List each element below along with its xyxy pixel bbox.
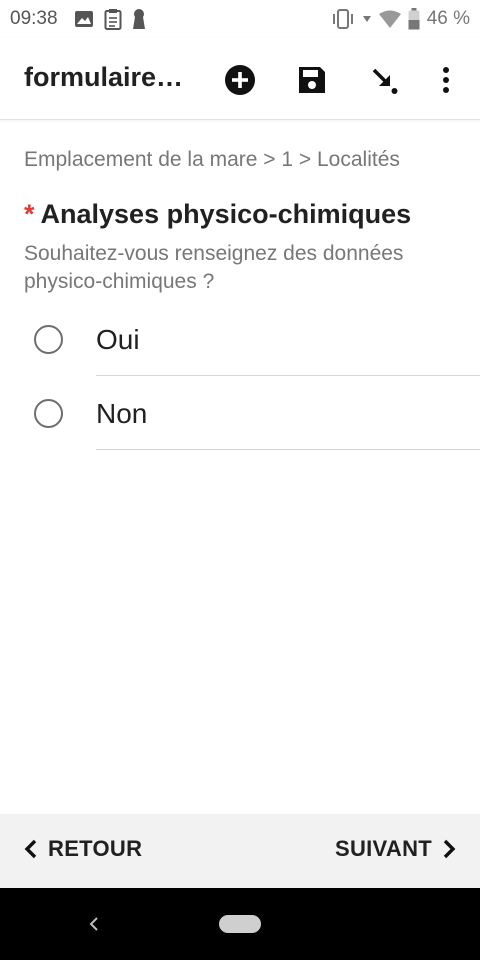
add-repeat-button[interactable]: [220, 60, 260, 100]
app-bar: formulaire…: [0, 38, 480, 120]
chevron-right-icon: [443, 839, 456, 859]
back-button-label: RETOUR: [48, 836, 143, 861]
battery-icon: [408, 8, 420, 30]
status-time: 09:38: [10, 8, 58, 29]
keyhole-icon: [132, 8, 146, 30]
back-button[interactable]: RETOUR: [24, 836, 142, 862]
image-icon: [74, 10, 94, 28]
option-divider: [96, 449, 480, 450]
wifi-icon: [378, 10, 401, 28]
add-circle-icon: [225, 65, 255, 95]
question-hint: Souhaitez-vous renseignez des données ph…: [24, 242, 404, 293]
system-back-icon[interactable]: [84, 912, 104, 936]
status-left: 09:38: [10, 8, 146, 30]
next-button[interactable]: SUIVANT: [335, 836, 456, 862]
option-non[interactable]: Non: [0, 377, 480, 451]
group-breadcrumb: Emplacement de la mare > 1 > Localités: [24, 148, 400, 171]
question-title: * Analyses physico-chimiques: [24, 199, 411, 230]
option-label: Oui: [96, 324, 140, 355]
clipboard-icon: [104, 8, 122, 30]
option-label: Non: [96, 398, 148, 429]
next-button-label: SUIVANT: [334, 836, 432, 861]
option-oui[interactable]: Oui: [0, 303, 480, 377]
status-right: 46 %: [331, 8, 470, 30]
overflow-menu-button[interactable]: [426, 60, 466, 100]
goto-question-button[interactable]: [364, 60, 404, 100]
form-navigation-bar: RETOUR SUIVANT: [0, 814, 480, 888]
data-arrow-icon: [362, 14, 372, 24]
chevron-left-icon: [24, 839, 37, 859]
vibrate-icon: [331, 9, 355, 29]
save-button[interactable]: [292, 60, 332, 100]
radio-button[interactable]: [34, 399, 63, 428]
required-marker: *: [24, 199, 35, 229]
system-home-pill[interactable]: [219, 915, 261, 933]
more-vert-icon: [443, 67, 449, 93]
question-title-text: Analyses physico-chimiques: [40, 199, 412, 229]
save-icon: [299, 67, 325, 93]
option-divider: [96, 375, 480, 376]
battery-percent: 46 %: [426, 8, 470, 29]
status-bar: 09:38 46 %: [0, 0, 480, 38]
radio-button[interactable]: [34, 325, 63, 354]
goto-icon: [372, 68, 398, 94]
screen: 09:38 46 % formulaire… Emplacement de la…: [0, 0, 480, 960]
form-title: formulaire…: [24, 62, 184, 92]
